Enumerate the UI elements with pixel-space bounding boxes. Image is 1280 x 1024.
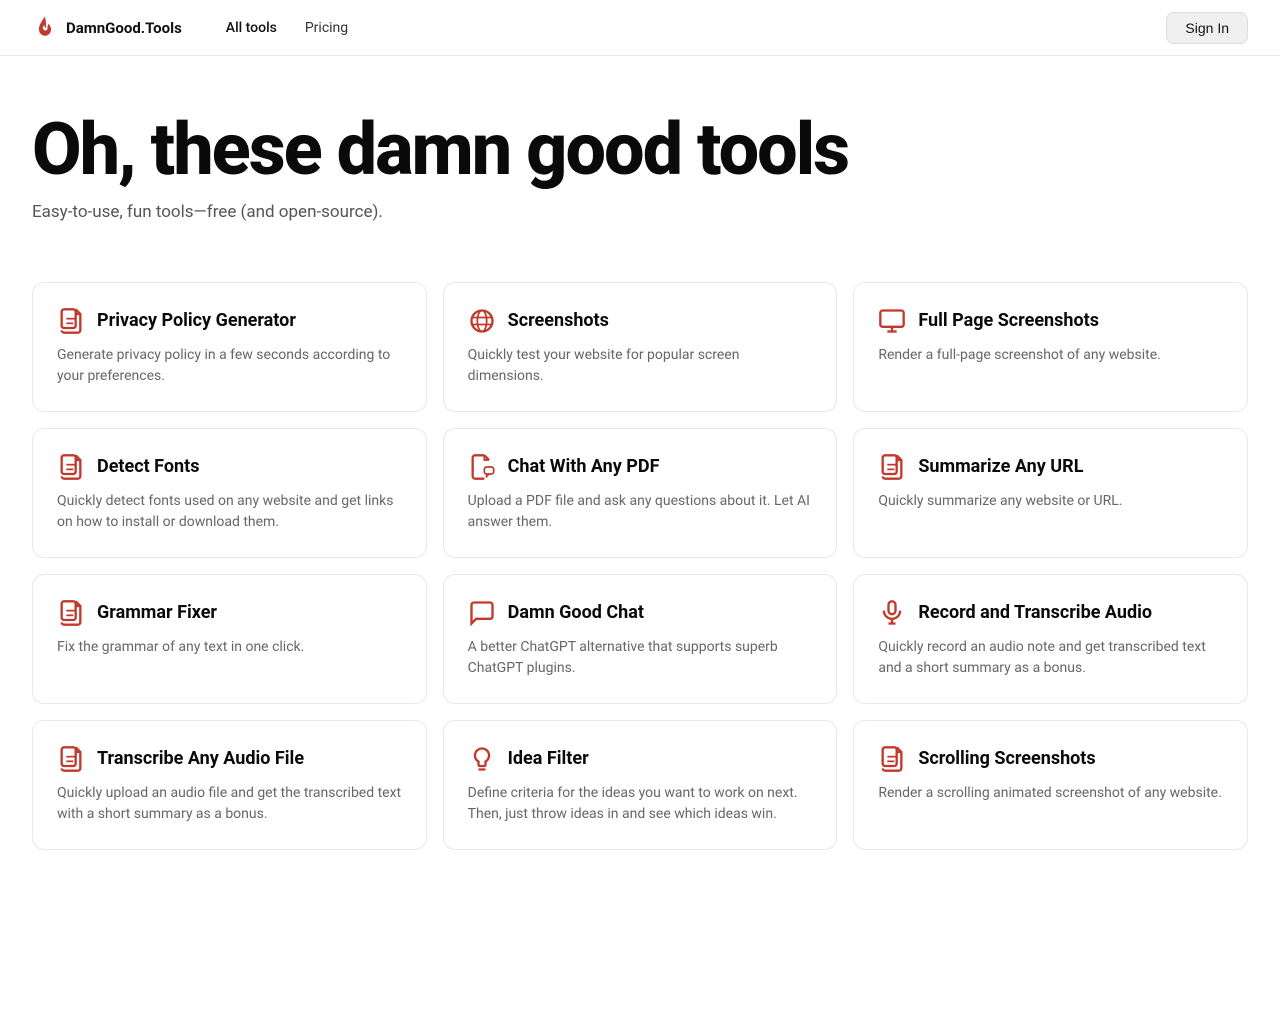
tool-card-header: Privacy Policy Generator <box>57 307 402 335</box>
bulb-red-icon <box>468 745 496 773</box>
tool-card-record-transcribe-audio[interactable]: Record and Transcribe Audio Quickly reco… <box>853 574 1248 704</box>
tool-card-header: Screenshots <box>468 307 813 335</box>
sign-in-button[interactable]: Sign In <box>1166 12 1248 44</box>
navbar: DamnGood.Tools All tools Pricing Sign In <box>0 0 1280 56</box>
chat-red-icon <box>468 599 496 627</box>
tool-description: Quickly summarize any website or URL. <box>878 491 1223 512</box>
tool-card-chat-with-any-pdf[interactable]: Chat With Any PDF Upload a PDF file and … <box>443 428 838 558</box>
tool-card-scrolling-screenshots[interactable]: Scrolling Screenshots Render a scrolling… <box>853 720 1248 850</box>
tool-title: Full Page Screenshots <box>918 310 1099 331</box>
globe-red-icon <box>468 307 496 335</box>
brand-logo[interactable]: DamnGood.Tools <box>32 15 182 41</box>
tool-title: Screenshots <box>508 310 609 331</box>
tool-title: Record and Transcribe Audio <box>918 602 1152 623</box>
tool-description: Fix the grammar of any text in one click… <box>57 637 402 658</box>
nav-link-all-tools[interactable]: All tools <box>214 14 289 42</box>
tool-card-header: Chat With Any PDF <box>468 453 813 481</box>
tool-card-privacy-policy-generator[interactable]: Privacy Policy Generator Generate privac… <box>32 282 427 412</box>
nav-link-pricing[interactable]: Pricing <box>293 14 360 42</box>
tool-card-header: Idea Filter <box>468 745 813 773</box>
tool-description: Define criteria for the ideas you want t… <box>468 783 813 825</box>
tool-description: Generate privacy policy in a few seconds… <box>57 345 402 387</box>
doc-chat-red-icon <box>468 453 496 481</box>
monitor-red-icon <box>878 307 906 335</box>
tool-description: Quickly test your website for popular sc… <box>468 345 813 387</box>
tool-card-summarize-any-url[interactable]: Summarize Any URL Quickly summarize any … <box>853 428 1248 558</box>
tool-description: Quickly record an audio note and get tra… <box>878 637 1223 679</box>
hero-title: Oh, these damn good tools <box>32 112 1248 188</box>
tool-description: Quickly upload an audio file and get the… <box>57 783 402 825</box>
flame-icon <box>32 15 58 41</box>
tool-card-screenshots[interactable]: Screenshots Quickly test your website fo… <box>443 282 838 412</box>
tool-title: Damn Good Chat <box>508 602 644 623</box>
doc-red-icon <box>878 745 906 773</box>
tool-card-header: Record and Transcribe Audio <box>878 599 1223 627</box>
doc-red-icon <box>57 307 85 335</box>
doc-red-icon <box>57 745 85 773</box>
tool-card-detect-fonts[interactable]: Detect Fonts Quickly detect fonts used o… <box>32 428 427 558</box>
tool-card-header: Full Page Screenshots <box>878 307 1223 335</box>
doc-red-icon <box>57 599 85 627</box>
tool-title: Transcribe Any Audio File <box>97 748 304 769</box>
tool-title: Summarize Any URL <box>918 456 1083 477</box>
tool-description: A better ChatGPT alternative that suppor… <box>468 637 813 679</box>
tool-card-idea-filter[interactable]: Idea Filter Define criteria for the idea… <box>443 720 838 850</box>
hero-subtitle: Easy-to-use, fun tools—free (and open-so… <box>32 202 1248 222</box>
tool-title: Chat With Any PDF <box>508 456 660 477</box>
tool-title: Privacy Policy Generator <box>97 310 296 331</box>
brand-name: DamnGood.Tools <box>66 19 182 37</box>
tool-description: Upload a PDF file and ask any questions … <box>468 491 813 533</box>
tool-description: Quickly detect fonts used on any website… <box>57 491 402 533</box>
tool-title: Detect Fonts <box>97 456 199 477</box>
tool-title: Idea Filter <box>508 748 589 769</box>
doc-red-icon <box>57 453 85 481</box>
tool-card-header: Transcribe Any Audio File <box>57 745 402 773</box>
nav-links: All tools Pricing <box>214 14 1167 42</box>
hero-section: Oh, these damn good tools Easy-to-use, f… <box>0 56 1280 258</box>
tool-description: Render a full-page screenshot of any web… <box>878 345 1223 366</box>
tool-card-full-page-screenshots[interactable]: Full Page Screenshots Render a full-page… <box>853 282 1248 412</box>
tool-title: Scrolling Screenshots <box>918 748 1095 769</box>
tool-card-header: Damn Good Chat <box>468 599 813 627</box>
doc-red-icon <box>878 453 906 481</box>
tool-card-damn-good-chat[interactable]: Damn Good Chat A better ChatGPT alternat… <box>443 574 838 704</box>
tool-card-transcribe-any-audio-file[interactable]: Transcribe Any Audio File Quickly upload… <box>32 720 427 850</box>
tool-card-header: Summarize Any URL <box>878 453 1223 481</box>
tool-card-header: Grammar Fixer <box>57 599 402 627</box>
tool-card-header: Detect Fonts <box>57 453 402 481</box>
tool-card-grammar-fixer[interactable]: Grammar Fixer Fix the grammar of any tex… <box>32 574 427 704</box>
mic-red-icon <box>878 599 906 627</box>
tool-title: Grammar Fixer <box>97 602 217 623</box>
tool-card-header: Scrolling Screenshots <box>878 745 1223 773</box>
tools-grid: Privacy Policy Generator Generate privac… <box>0 258 1280 890</box>
tool-description: Render a scrolling animated screenshot o… <box>878 783 1223 804</box>
